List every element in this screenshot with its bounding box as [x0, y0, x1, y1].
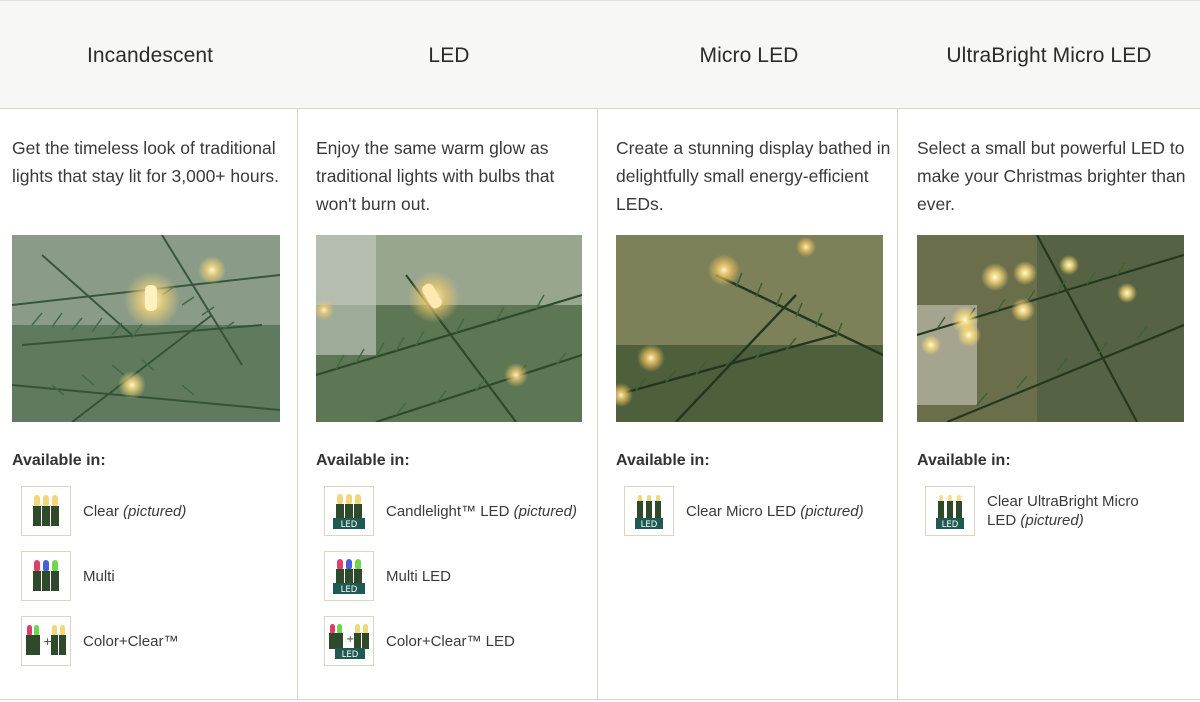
svg-text:LED: LED [342, 650, 359, 660]
svg-text:+: + [43, 635, 52, 648]
option-label: Color+Clear™ [83, 632, 179, 650]
svg-text:LED: LED [641, 520, 658, 530]
column-description: Get the timeless look of traditional lig… [12, 138, 280, 186]
light-type-comparison-table: Incandescent LED Micro LED UltraBright M… [0, 0, 1200, 702]
svg-text:LED: LED [341, 585, 358, 595]
table-bottom-border [0, 699, 1200, 700]
column-title-micro-led: Micro LED [699, 43, 799, 67]
clear-bulbs-icon [21, 486, 71, 536]
option-multi-led[interactable]: LED Multi LED [324, 551, 594, 601]
multi-led-icon: LED [324, 551, 374, 601]
column-incandescent: Get the timeless look of traditional lig… [0, 109, 298, 700]
option-label: Color+Clear™ LED [386, 632, 515, 650]
column-led: Enjoy the same warm glow as traditional … [298, 109, 598, 700]
color-clear-led-icon: + LED [324, 616, 374, 666]
clear-ultrabright-led-icon: LED [925, 486, 975, 536]
option-note: (pictured) [513, 502, 577, 520]
candlelight-led-icon: LED [324, 486, 374, 536]
column-description: Create a stunning display bathed in deli… [616, 138, 891, 214]
column-title-ultrabright: UltraBright Micro LED [946, 43, 1152, 67]
option-note: (pictured) [123, 502, 187, 520]
option-candlelight-led[interactable]: LED Candlelight™ LED (pictured) [324, 486, 594, 536]
available-in-label: Available in: [616, 452, 710, 469]
clear-micro-led-icon: LED [624, 486, 674, 536]
option-label: Multi [83, 567, 115, 585]
column-description: Enjoy the same warm glow as traditional … [316, 138, 555, 214]
column-description: Select a small but powerful LED to make … [917, 138, 1186, 214]
column-micro-led: Create a stunning display bathed in deli… [598, 109, 898, 700]
option-color-clear-led[interactable]: + LED Color+Clear™ LED [324, 616, 594, 666]
option-multi[interactable]: Multi [21, 551, 291, 601]
option-note: (pictured) [1020, 512, 1084, 529]
tree-light-photo [12, 235, 280, 422]
comparison-header: Incandescent LED Micro LED UltraBright M… [0, 0, 1200, 109]
option-clear-ultrabright-micro-led[interactable]: LED Clear UltraBright Micro LED (picture… [925, 486, 1195, 536]
option-label: Multi LED [386, 567, 452, 585]
svg-text:LED: LED [341, 520, 358, 530]
option-label: Clear [83, 502, 119, 520]
option-color-clear[interactable]: + Color+Clear™ [21, 616, 291, 666]
available-in-label: Available in: [12, 452, 106, 469]
available-in-label: Available in: [917, 452, 1011, 469]
tree-light-photo [616, 235, 883, 422]
option-clear[interactable]: Clear (pictured) [21, 486, 291, 536]
option-label: Clear Micro LED [686, 502, 797, 520]
option-clear-micro-led[interactable]: LED Clear Micro LED (pictured) [624, 486, 894, 536]
multi-bulbs-icon [21, 551, 71, 601]
svg-text:LED: LED [942, 520, 959, 530]
svg-text:+: + [346, 634, 354, 645]
color-clear-bulbs-icon: + [21, 616, 71, 666]
tree-light-photo [316, 235, 582, 422]
option-label: Candlelight™ LED [386, 502, 510, 520]
column-title-incandescent: Incandescent [86, 43, 214, 67]
column-title-led: LED [428, 43, 470, 67]
option-note: (pictured) [800, 502, 864, 520]
column-ultrabright-micro-led: Select a small but powerful LED to make … [898, 109, 1200, 700]
tree-light-photo [917, 235, 1184, 422]
available-in-label: Available in: [316, 452, 410, 469]
